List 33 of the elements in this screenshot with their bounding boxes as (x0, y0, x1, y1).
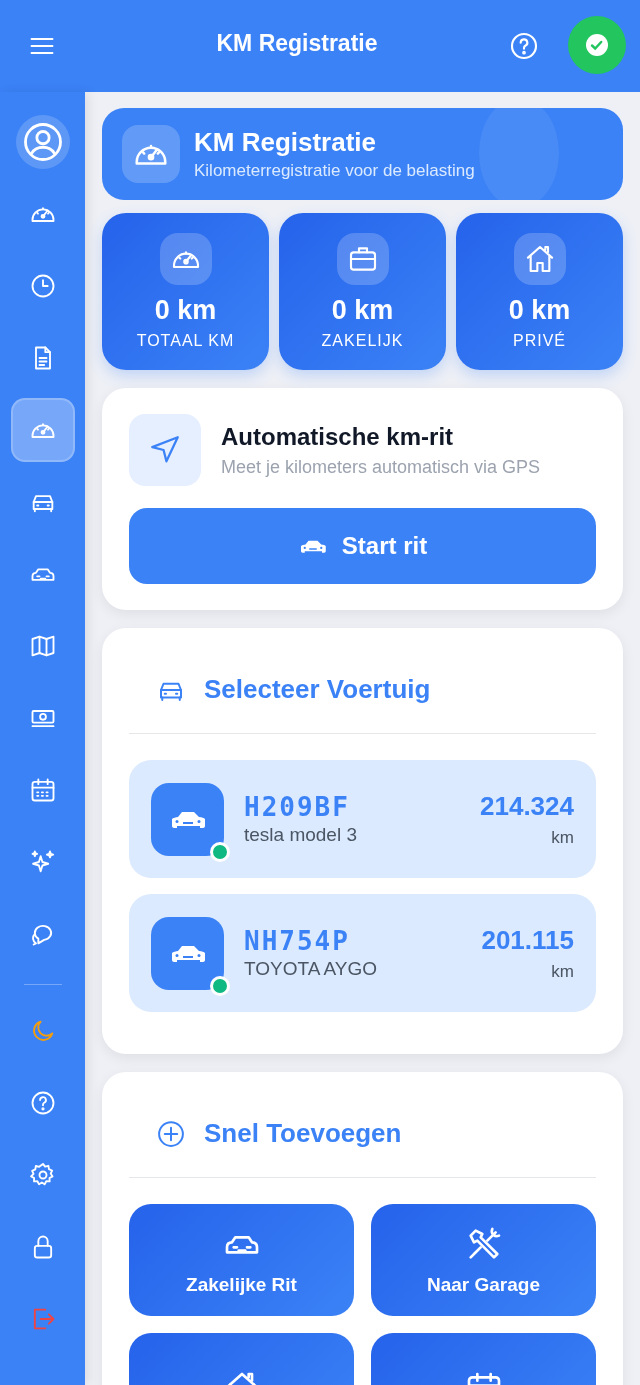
vehicle-model: tesla model 3 (244, 824, 358, 846)
app-title: KM Registratie (215, 29, 379, 57)
card-title: Automatische km-rit (221, 422, 455, 451)
vehicle-item[interactable]: NH754P TOYOTA AYGO 201.115 km (129, 894, 596, 1012)
stat-value: 0 km (154, 295, 217, 326)
stat-label: ZAKELIJK (321, 332, 404, 350)
profile-icon (21, 121, 64, 163)
help-icon (508, 30, 540, 62)
stat-value: 0 km (331, 295, 394, 326)
mileage-value: 201.115 (481, 924, 574, 956)
add-icon (156, 1118, 186, 1149)
vehicle-model: TOYOTA AYGO (244, 958, 379, 980)
stat-label: TOTAAL KM (136, 332, 235, 350)
stat-value: 0 km (508, 295, 571, 326)
stat-label: PRIVÉ (513, 332, 566, 350)
mileage-value: 214.324 (480, 790, 574, 822)
card-subtitle: Meet je kilometers automatisch via GPS (221, 456, 541, 478)
start-trip-button[interactable]: Start rit (129, 508, 596, 584)
mileage-unit: km (550, 961, 574, 982)
license-plate: H209BF (244, 792, 351, 822)
hero-subtitle: Kilometerregistratie voor de belasting (194, 161, 475, 181)
section-title: Selecteer Voertuig (204, 674, 431, 705)
quick-action-button[interactable]: Zakelijke Rit (129, 1204, 354, 1316)
vehicle-item[interactable]: H209BF tesla model 3 214.324 km (129, 760, 596, 878)
sync-status-button[interactable] (568, 16, 626, 74)
quick-action-button[interactable]: Naar Garage (371, 1204, 596, 1316)
section-title: Snel Toevoegen (204, 1118, 402, 1149)
mileage-unit: km (550, 827, 574, 848)
hero-title: KM Registratie (194, 127, 378, 158)
sidebar-item[interactable] (10, 398, 75, 462)
sidebar-item[interactable] (15, 115, 70, 169)
check-icon (585, 33, 609, 57)
license-plate: NH754P (244, 926, 351, 956)
